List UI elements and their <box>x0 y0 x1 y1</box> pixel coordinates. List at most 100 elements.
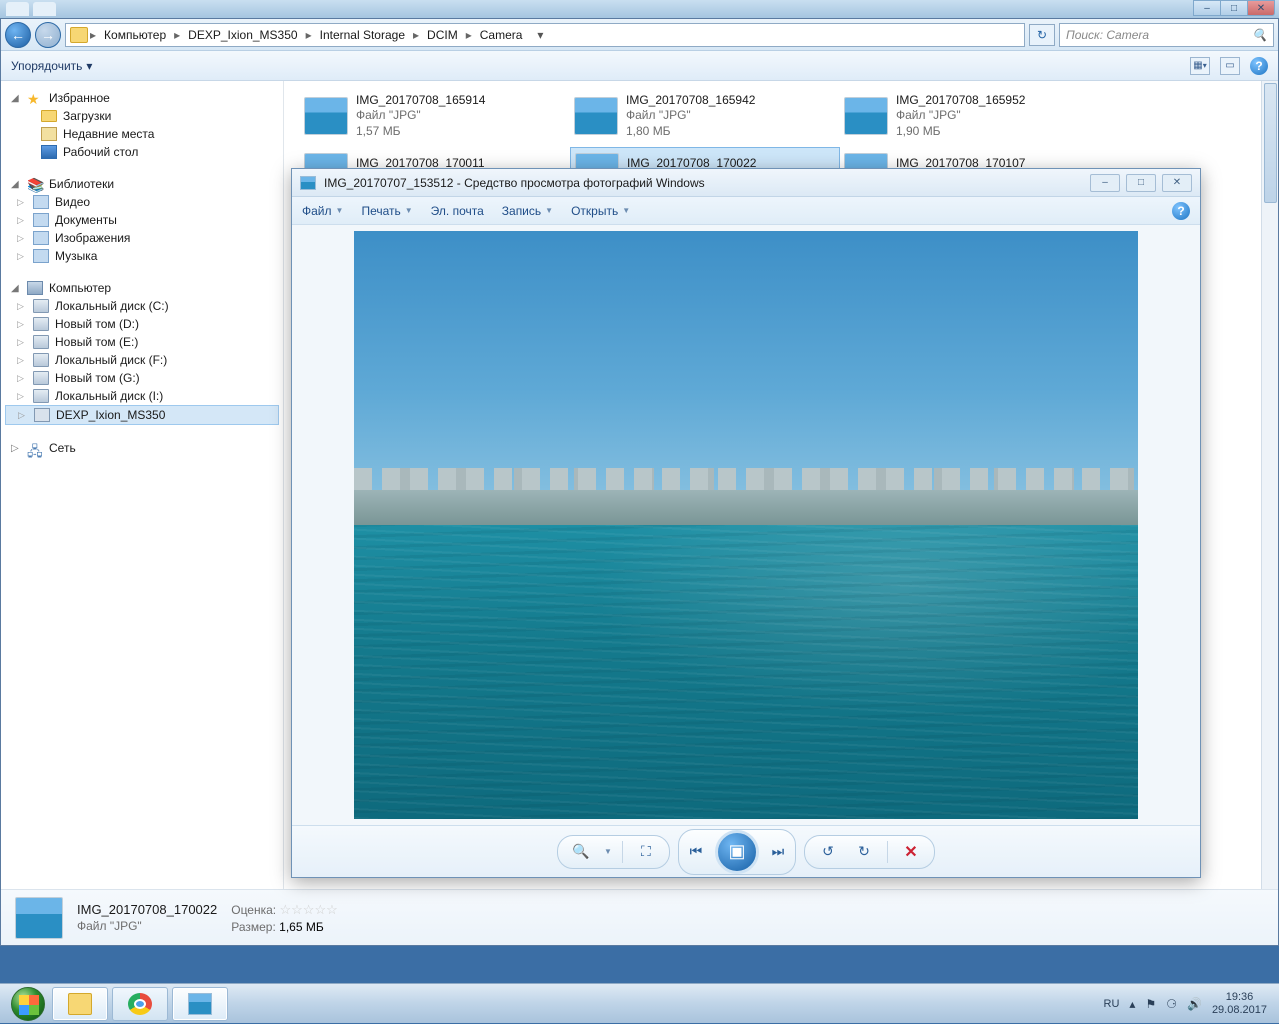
bg-max[interactable]: □ <box>1220 0 1248 16</box>
file-item[interactable]: IMG_20170708_165942Файл "JPG"1,80 МБ <box>570 91 840 141</box>
sidebar-item-drive-d[interactable]: ▷Новый том (D:) <box>5 315 279 333</box>
photo-viewer-window: IMG_20170707_153512 - Средство просмотра… <box>291 168 1201 878</box>
navigation-sidebar: ◢★Избранное Загрузки Недавние места Рабо… <box>1 81 284 889</box>
breadcrumb-sep: ▸ <box>90 28 96 42</box>
sidebar-head-favorites[interactable]: ◢★Избранное <box>5 89 279 107</box>
viewer-help-icon[interactable]: ? <box>1172 202 1190 220</box>
sidebar-item-recent[interactable]: Недавние места <box>5 125 279 143</box>
file-item[interactable]: IMG_20170708_165914Файл "JPG"1,57 МБ <box>300 91 570 141</box>
viewer-max-button[interactable]: □ <box>1126 174 1156 192</box>
sidebar-head-libraries[interactable]: ◢📚Библиотеки <box>5 175 279 193</box>
viewer-menu-email[interactable]: Эл. почта <box>431 204 484 218</box>
tray-clock[interactable]: 19:36 29.08.2017 <box>1212 991 1267 1015</box>
breadcrumb[interactable]: DEXP_Ixion_MS350 <box>182 28 303 42</box>
viewer-close-button[interactable]: ✕ <box>1162 174 1192 192</box>
details-filetype: Файл "JPG" <box>77 919 217 933</box>
background-app-tabs: – □ ✕ <box>0 0 1279 18</box>
breadcrumb[interactable]: Компьютер <box>98 28 172 42</box>
fit-button[interactable]: ⛶ <box>633 839 659 865</box>
nav-forward-button[interactable]: → <box>35 22 61 48</box>
viewer-menu-print[interactable]: Печать▼ <box>361 204 412 218</box>
breadcrumb[interactable]: Internal Storage <box>314 28 411 42</box>
sidebar-item-drive-g[interactable]: ▷Новый том (G:) <box>5 369 279 387</box>
rotate-ccw-button[interactable]: ↺ <box>815 839 841 865</box>
refresh-button[interactable]: ↻ <box>1029 24 1055 46</box>
vertical-scrollbar[interactable] <box>1261 81 1278 889</box>
sidebar-favorites: ◢★Избранное Загрузки Недавние места Рабо… <box>5 89 279 161</box>
taskbar-app-photoviewer[interactable] <box>172 987 228 1021</box>
nav-back-button[interactable]: ← <box>5 22 31 48</box>
sidebar-item-images[interactable]: ▷Изображения <box>5 229 279 247</box>
viewer-menubar: Файл▼ Печать▼ Эл. почта Запись▼ Открыть▼… <box>292 197 1200 225</box>
file-item[interactable]: IMG_20170708_165952Файл "JPG"1,90 МБ <box>840 91 1110 141</box>
addr-dropdown[interactable]: ▾ <box>530 28 550 42</box>
taskbar: RU ▴ ⚑ ⚆ 🔊 19:36 29.08.2017 <box>0 983 1279 1023</box>
search-placeholder: Поиск: Camera <box>1066 28 1149 42</box>
viewer-canvas <box>292 225 1200 825</box>
breadcrumb[interactable]: Camera <box>474 28 529 42</box>
bg-close[interactable]: ✕ <box>1247 0 1275 16</box>
tray-network-icon[interactable]: ⚆ <box>1166 997 1177 1011</box>
help-icon[interactable]: ? <box>1250 57 1268 75</box>
sidebar-item-drive-c[interactable]: ▷Локальный диск (C:) <box>5 297 279 315</box>
sidebar-item-music[interactable]: ▷Музыка <box>5 247 279 265</box>
sidebar-item-video[interactable]: ▷Видео <box>5 193 279 211</box>
rating-stars[interactable]: ☆☆☆☆☆ <box>279 903 337 917</box>
sidebar-item-docs[interactable]: ▷Документы <box>5 211 279 229</box>
viewer-app-icon <box>300 176 316 190</box>
tray-flag-icon[interactable]: ⚑ <box>1145 997 1156 1011</box>
sidebar-item-drive-f[interactable]: ▷Локальный диск (F:) <box>5 351 279 369</box>
slideshow-button[interactable]: ▣ <box>715 830 759 874</box>
prev-button[interactable]: ⏮ <box>683 839 709 865</box>
viewer-controls: 🔍▼ ⛶ ⏮ ▣ ⏭ ↺ ↻ ✕ <box>292 825 1200 877</box>
viewer-title-text: IMG_20170707_153512 - Средство просмотра… <box>324 176 705 190</box>
search-icon: 🔍 <box>1252 28 1267 42</box>
zoom-button[interactable]: 🔍 <box>568 839 594 865</box>
sidebar-item-desktop[interactable]: Рабочий стол <box>5 143 279 161</box>
viewer-min-button[interactable]: – <box>1090 174 1120 192</box>
tray-language[interactable]: RU <box>1104 998 1120 1010</box>
organize-menu[interactable]: Упорядочить ▾ <box>11 59 92 73</box>
breadcrumb[interactable]: DCIM <box>421 28 464 42</box>
sidebar-label: Избранное <box>49 91 110 105</box>
tray-show-hidden-icon[interactable]: ▴ <box>1129 997 1135 1011</box>
system-tray: RU ▴ ⚑ ⚆ 🔊 19:36 29.08.2017 <box>1104 991 1271 1015</box>
image-thumb-icon <box>844 97 888 135</box>
start-button[interactable] <box>8 984 48 1024</box>
viewer-menu-file[interactable]: Файл▼ <box>302 204 343 218</box>
viewer-menu-burn[interactable]: Запись▼ <box>502 204 553 218</box>
details-pane: IMG_20170708_170022 Файл "JPG" Оценка: ☆… <box>1 889 1278 945</box>
sidebar-item-phone[interactable]: ▷DEXP_Ixion_MS350 <box>5 405 279 425</box>
viewer-titlebar[interactable]: IMG_20170707_153512 - Средство просмотра… <box>292 169 1200 197</box>
sidebar-item-drive-i[interactable]: ▷Локальный диск (I:) <box>5 387 279 405</box>
next-button[interactable]: ⏭ <box>765 839 791 865</box>
bg-tab <box>6 2 29 16</box>
rotate-cw-button[interactable]: ↻ <box>851 839 877 865</box>
chevron-down-icon: ▾ <box>86 59 92 73</box>
windows-orb-icon <box>11 987 45 1021</box>
taskbar-app-explorer[interactable] <box>52 987 108 1021</box>
scrollbar-thumb[interactable] <box>1264 83 1277 203</box>
bg-tab <box>33 2 56 16</box>
image-thumb-icon <box>304 97 348 135</box>
tray-volume-icon[interactable]: 🔊 <box>1187 997 1202 1011</box>
tray-time: 19:36 <box>1212 991 1267 1003</box>
viewer-menu-open[interactable]: Открыть▼ <box>571 204 630 218</box>
taskbar-app-chrome[interactable] <box>112 987 168 1021</box>
preview-pane-button[interactable]: ▭ <box>1220 57 1240 75</box>
delete-button[interactable]: ✕ <box>898 839 924 865</box>
bg-window-controls: – □ ✕ <box>1194 0 1275 16</box>
address-bar[interactable]: ▸ Компьютер▸ DEXP_Ixion_MS350▸ Internal … <box>65 23 1025 47</box>
explorer-icon <box>68 993 92 1015</box>
sidebar-head-computer[interactable]: ◢Компьютер <box>5 279 279 297</box>
search-input[interactable]: Поиск: Camera 🔍 <box>1059 23 1274 47</box>
sidebar-libraries: ◢📚Библиотеки ▷Видео ▷Документы ▷Изображе… <box>5 175 279 265</box>
bg-min[interactable]: – <box>1193 0 1221 16</box>
sidebar-item-downloads[interactable]: Загрузки <box>5 107 279 125</box>
sidebar-label: Компьютер <box>49 281 111 295</box>
tray-date: 29.08.2017 <box>1212 1004 1267 1016</box>
sidebar-label: Библиотеки <box>49 177 114 191</box>
view-options-button[interactable]: ▦▾ <box>1190 57 1210 75</box>
sidebar-head-network[interactable]: ▷🖧Сеть <box>5 439 279 457</box>
sidebar-computer: ◢Компьютер ▷Локальный диск (C:) ▷Новый т… <box>5 279 279 425</box>
